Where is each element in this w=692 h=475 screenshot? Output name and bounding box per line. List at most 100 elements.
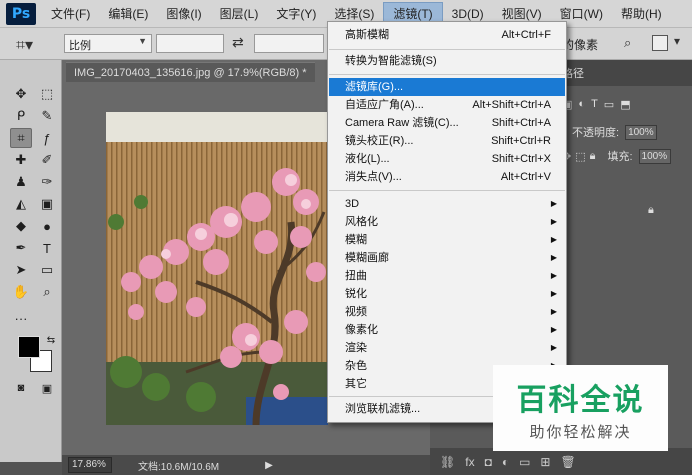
menu-item-render[interactable]: 渲染 ▶ [329,339,565,357]
link-layers-icon[interactable]: ⛓ [440,455,455,469]
photoshop-logo: Ps [6,2,36,25]
quick-select-icon[interactable]: ✎ [36,106,58,126]
adjustment-layer-icon[interactable]: ◐ [502,455,509,469]
menu-item-gaussian-blur[interactable]: 高斯模糊 Alt+Ctrl+F [329,26,565,44]
dodge-icon[interactable]: ● [36,216,58,236]
menu-item-label: 浏览联机滤镜... [345,403,421,415]
menu-item-filter-gallery[interactable]: 滤镜库(G)... [329,78,565,96]
zoom-tool-icon[interactable]: ⌕ [36,282,58,302]
eyedropper-icon[interactable]: ƒ [36,128,58,148]
menu-item-sharpen[interactable]: 锐化 ▶ [329,285,565,303]
pen-icon[interactable]: ✒ [10,238,32,258]
zoom-field[interactable]: 17.86% [68,457,112,473]
menu-item-label: 高斯模糊 [345,29,389,41]
menu-item-convert-smart-filter[interactable]: 转换为智能滤镜(S) [329,52,565,70]
menu-item-stylize[interactable]: 风格化 ▶ [329,213,565,231]
submenu-arrow-icon: ▶ [550,235,557,244]
menu-layer[interactable]: 图层(L) [211,2,268,26]
menu-item-label: Camera Raw 滤镜(C)... [345,117,459,129]
menu-item-label: 视频 [345,306,367,318]
healing-brush-icon[interactable]: ✚ [10,150,32,170]
checkbox[interactable] [652,35,668,51]
blur-icon[interactable]: ◆ [10,216,32,236]
menu-item-distort[interactable]: 扭曲 ▶ [329,267,565,285]
filter-shape-icon[interactable]: ▭ [604,98,614,111]
menu-file[interactable]: 文件(F) [42,2,99,26]
shortcut-label: Alt+Ctrl+V [500,171,551,183]
submenu-arrow-icon: ▶ [550,289,557,298]
menu-item-camera-raw[interactable]: Camera Raw 滤镜(C)... Shift+Ctrl+A [329,114,565,132]
crop-tool-icon[interactable]: ⌗ [10,128,32,148]
ratio-select[interactable]: 比例 ▼ [64,34,152,53]
add-mask-icon[interactable]: ◘ [485,455,492,469]
rectangle-tool-icon[interactable]: ▭ [36,260,58,280]
canvas-image[interactable] [106,112,328,425]
new-layer-icon[interactable]: ⊞ [540,455,550,469]
fx-icon[interactable]: fx [465,455,474,469]
delete-layer-icon[interactable]: 🗑︎ [560,455,575,469]
menu-type[interactable]: 文字(Y) [267,2,325,26]
stamp-icon[interactable]: ♟ [10,172,32,192]
menu-item-3d[interactable]: 3D ▶ [329,195,565,213]
move-tool-icon[interactable]: ✥ [10,84,32,104]
hand-tool-icon[interactable]: ✋ [10,282,32,302]
menu-item-blur[interactable]: 模糊 ▶ [329,231,565,249]
height-field[interactable] [254,34,324,53]
menu-item-label: 模糊画廊 [345,252,389,264]
fill-label: 填充: [607,151,633,163]
crop-preset-icon[interactable]: ⌗▾ [16,35,33,55]
brush-icon[interactable]: ✐ [36,150,58,170]
document-tab[interactable]: IMG_20170403_135616.jpg @ 17.9%(RGB/8) * [66,62,315,82]
menu-item-blur-gallery[interactable]: 模糊画廊 ▶ [329,249,565,267]
quick-mask-icon[interactable]: ◙ [10,378,32,398]
submenu-arrow-icon: ▶ [550,343,557,352]
type-tool-icon[interactable]: T [36,238,58,258]
menu-image[interactable]: 图像(I) [157,2,210,26]
swap-colors-icon[interactable]: ⇆ [40,330,62,350]
lasso-tool-icon[interactable]: ᑭ [10,106,32,126]
ratio-value: 比例 [69,40,91,52]
lock-all-icon[interactable]: 🔒︎ [590,150,596,163]
submenu-arrow-icon: ▶ [550,199,557,208]
filter-smart-icon[interactable]: ⬒ [620,98,630,111]
eraser-icon[interactable]: ◭ [10,194,32,214]
menu-help[interactable]: 帮助(H) [612,2,671,26]
watermark-subtitle: 助你轻松解决 [529,423,632,441]
group-icon[interactable]: ▭ [519,455,530,469]
opacity-field[interactable]: 100% [625,124,658,140]
menu-item-label: 液化(L)... [345,153,390,165]
menu-item-adaptive-wide-angle[interactable]: 自适应广角(A)... Alt+Shift+Ctrl+A [329,96,565,114]
filter-adjust-icon[interactable]: ◐ [578,98,585,110]
watermark: 百科全说 助你轻松解决 [493,365,668,451]
menu-item-pixelate[interactable]: 像素化 ▶ [329,321,565,339]
menu-item-liquify[interactable]: 液化(L)... Shift+Ctrl+X [329,150,565,168]
fill-field[interactable]: 100% [638,148,671,164]
lock-artboard-icon[interactable]: ⬚ [575,150,585,163]
menu-item-label: 滤镜库(G)... [345,81,404,93]
menu-item-lens-correction[interactable]: 镜头校正(R)... Shift+Ctrl+R [329,132,565,150]
marquee-tool-icon[interactable]: ⬚ [36,84,58,104]
swap-icon[interactable]: ⇄ [232,34,244,51]
more-tools-icon[interactable]: ··· [10,308,32,328]
menu-divider [329,49,565,50]
menu-item-video[interactable]: 视频 ▶ [329,303,565,321]
menu-divider [329,74,565,75]
opacity-label: 不透明度: [572,127,620,139]
filter-type-icon[interactable]: T [591,98,598,110]
path-select-icon[interactable]: ➤ [10,260,32,280]
foreground-color[interactable] [18,336,40,358]
gradient-icon[interactable]: ▣ [36,194,58,214]
chevron-down-icon[interactable]: ▾ [674,34,680,48]
search-icon[interactable]: ⌕ [624,35,631,51]
menu-item-label: 消失点(V)... [345,171,402,183]
submenu-arrow-icon: ▶ [550,217,557,226]
menu-edit[interactable]: 编辑(E) [99,2,157,26]
width-field[interactable] [156,34,224,53]
history-brush-icon[interactable]: ✑ [36,172,58,192]
shortcut-label: Shift+Ctrl+X [491,153,551,165]
chevron-right-icon[interactable]: ▶ [265,460,273,471]
menu-item-label: 风格化 [345,216,378,228]
screen-mode-icon[interactable]: ▣ [36,378,58,398]
menu-item-vanishing-point[interactable]: 消失点(V)... Alt+Ctrl+V [329,168,565,186]
menu-item-label: 像素化 [345,324,378,336]
